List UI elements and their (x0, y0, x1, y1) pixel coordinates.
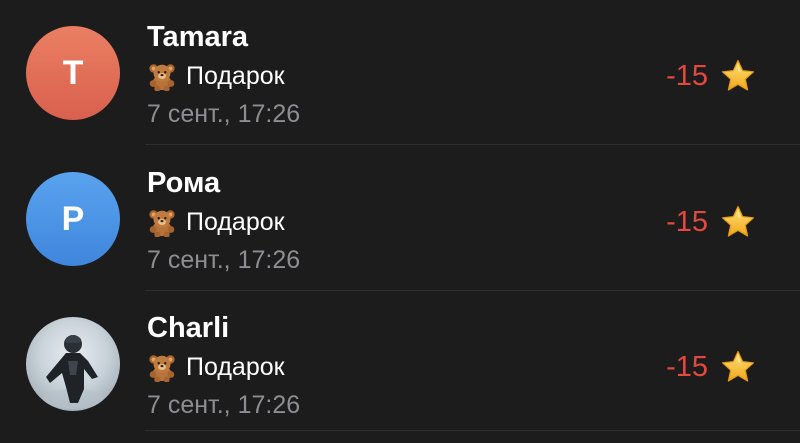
transaction-row[interactable]: Charli Подарок 7 сент., 17:26 -15 (0, 291, 800, 436)
teddy-bear-icon (147, 352, 177, 382)
gift-label: Подарок (186, 207, 285, 236)
teddy-bear-icon (147, 61, 177, 91)
gift-label: Подарок (186, 61, 285, 90)
transactions-list: T Tamara Подарок 7 сент., 17:26 -15 Р Ро… (0, 0, 800, 443)
avatar-photo (26, 317, 120, 411)
transaction-amount: -15 (666, 349, 756, 385)
transaction-amount: -15 (666, 58, 756, 94)
transaction-row[interactable]: T Tamara Подарок 7 сент., 17:26 -15 (0, 0, 800, 145)
avatar: T (26, 26, 120, 120)
avatar-initial: T (62, 53, 84, 92)
contact-name: Tamara (147, 21, 249, 53)
amount-value: -15 (666, 59, 708, 92)
gift-description: Подарок (147, 207, 285, 237)
transaction-date: 7 сент., 17:26 (147, 246, 301, 274)
transaction-amount: -15 (666, 204, 756, 240)
star-icon (720, 349, 756, 385)
teddy-bear-icon (147, 207, 177, 237)
gift-label: Подарок (186, 352, 285, 381)
amount-value: -15 (666, 350, 708, 383)
avatar: Р (26, 172, 120, 266)
row-divider (145, 430, 800, 431)
gift-description: Подарок (147, 61, 285, 91)
transaction-date: 7 сент., 17:26 (147, 391, 301, 419)
person-silhouette-icon (43, 335, 103, 409)
avatar-initial: Р (61, 199, 85, 238)
contact-name: Charli (147, 312, 230, 344)
star-icon (720, 58, 756, 94)
gift-description: Подарок (147, 352, 285, 382)
row-divider (145, 144, 800, 145)
star-icon (720, 204, 756, 240)
transaction-date: 7 сент., 17:26 (147, 100, 301, 128)
amount-value: -15 (666, 205, 708, 238)
transaction-row[interactable]: Р Рома Подарок 7 сент., 17:26 -15 (0, 146, 800, 291)
contact-name: Рома (147, 167, 221, 199)
